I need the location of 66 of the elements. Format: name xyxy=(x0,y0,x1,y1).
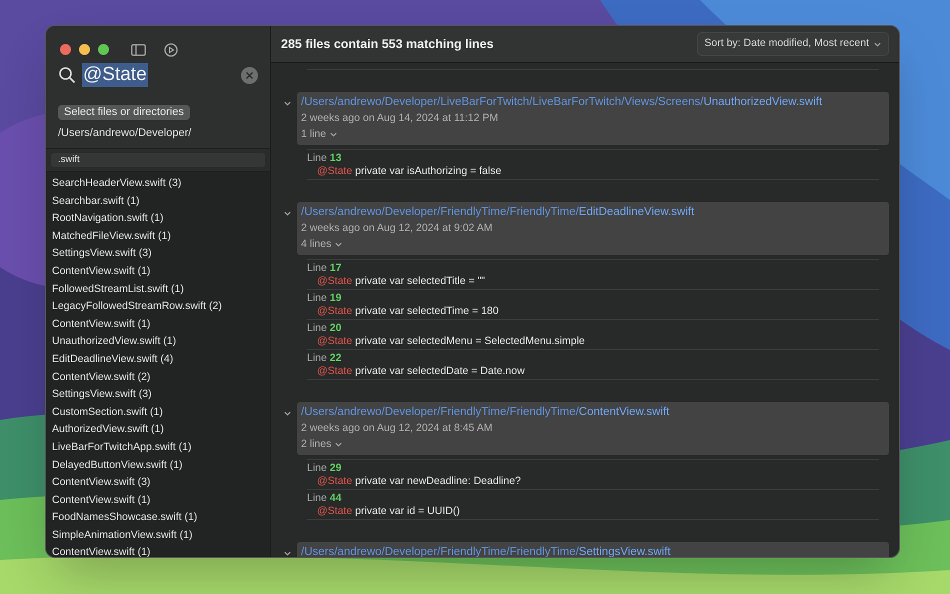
clear-search-icon[interactable] xyxy=(241,66,258,84)
code-line[interactable]: @State private var newDeadline: Deadline? xyxy=(307,474,879,488)
extension-filter-field[interactable]: .swift xyxy=(51,153,265,167)
sort-menu-button[interactable]: Sort by: Date modified, Most recent xyxy=(697,32,889,56)
chevron-icon[interactable] xyxy=(334,240,344,249)
line-number: Line 13 xyxy=(307,152,342,164)
file-path[interactable]: /Users/andrewo/Developer/FriendlyTime/FriendlyTime/ContentView.swift xyxy=(301,405,885,420)
line-count-toggle[interactable]: 2 lines xyxy=(301,437,344,452)
file-list-item[interactable]: ContentView.swift (1) xyxy=(46,262,270,281)
code-line[interactable]: @State private var isAuthorizing = false xyxy=(307,164,879,178)
minimize-window-button[interactable] xyxy=(79,44,90,55)
file-list-item[interactable]: DelayedButtonView.swift (1) xyxy=(46,456,270,474)
line-count-toggle[interactable]: 1 line xyxy=(301,127,338,142)
disclosure-icon[interactable] xyxy=(282,549,292,557)
file-list-item[interactable]: FollowedStreamList.swift (1) xyxy=(46,280,270,298)
line-count-toggle[interactable]: 4 lines xyxy=(301,237,344,252)
file-header[interactable]: /Users/andrewo/Developer/FriendlyTime/FriendlyTime/ContentView.swift 2 weeks ago on Aug 12, 2024 at 8:45 AM 2 lines xyxy=(297,402,889,455)
search-field[interactable]: @State xyxy=(82,63,148,87)
file-list-item[interactable]: SettingsView.swift (3) xyxy=(46,386,270,404)
disclosure-icon[interactable] xyxy=(282,409,292,418)
file-list-item[interactable]: ContentView.swift (3) xyxy=(46,474,270,492)
chevron-icon[interactable] xyxy=(329,130,338,139)
file-list-item[interactable]: CustomSection.swift (1) xyxy=(46,404,270,422)
file-list-item[interactable]: SimpleAnimationView.swift (1) xyxy=(46,526,270,544)
file-list-item[interactable]: Searchbar.swift (1) xyxy=(46,192,270,210)
file-list-item[interactable]: SettingsView.swift (3) xyxy=(46,245,270,263)
code-line[interactable]: @State private var selectedDate = Date.now xyxy=(307,364,879,378)
line-number: Line 17 xyxy=(307,262,342,274)
file-list-item[interactable]: SearchHeaderView.swift (3) xyxy=(46,175,270,193)
file-list-item[interactable]: FoodNamesShowcase.swift (1) xyxy=(46,509,270,527)
line-number: Line 19 xyxy=(307,292,342,304)
file-path[interactable]: /Users/andrewo/Developer/LiveBarForTwitch/LiveBarForTwitch/Views/Screens/UnauthorizedView.swift xyxy=(301,95,885,110)
file-list-item[interactable]: LiveBarForTwitchApp.swift (1) xyxy=(46,438,270,456)
code-line[interactable]: @State private var id = UUID() xyxy=(307,504,879,518)
code-line[interactable]: @State private var selectedTitle = "" xyxy=(307,274,879,288)
modified-date: 2 weeks ago on Aug 12, 2024 at 9:02 AM xyxy=(301,221,494,236)
select-files-button[interactable]: Select files or directories xyxy=(58,105,190,120)
code-line[interactable]: @State private var selectedMenu = SelectedMenu.simple xyxy=(307,334,879,348)
chevron-icon[interactable] xyxy=(334,440,344,449)
sidebar-toggle-icon[interactable] xyxy=(131,44,146,56)
file-list-item[interactable]: ContentView.swift (2) xyxy=(46,368,270,386)
line-number: Line 29 xyxy=(307,462,342,474)
code-line[interactable]: @State private var selectedTime = 180 xyxy=(307,304,879,318)
file-path[interactable]: /Users/andrewo/Developer/FriendlyTime/FriendlyTime/EditDeadlineView.swift xyxy=(301,205,885,220)
close-window-button[interactable] xyxy=(60,44,71,55)
file-header[interactable]: /Users/andrewo/Developer/LiveBarForTwitch/LiveBarForTwitch/Views/Screens/UnauthorizedView.swift 2 weeks ago on Aug 14, 2024 at 11:12 PM 1 line xyxy=(297,92,889,145)
search-icon xyxy=(58,66,76,84)
disclosure-icon[interactable] xyxy=(282,209,292,218)
file-list-item[interactable]: EditDeadlineView.swift (4) xyxy=(46,350,270,369)
modified-date: 2 weeks ago on Aug 14, 2024 at 11:12 PM xyxy=(301,111,500,126)
file-list-item[interactable]: UnauthorizedView.swift (1) xyxy=(46,333,270,351)
results-summary: 285 files contain 553 matching lines xyxy=(281,36,494,53)
file-list-item[interactable]: LegacyFollowedStreamRow.swift (2) xyxy=(46,298,270,316)
line-number: Line 22 xyxy=(307,352,342,364)
zoom-window-button[interactable] xyxy=(98,44,109,55)
file-list-item[interactable]: ContentView.swift (1) xyxy=(46,316,270,334)
disclosure-icon[interactable] xyxy=(282,99,292,108)
directory-path: /Users/andrewo/Developer/ xyxy=(58,126,192,140)
modified-date: 2 weeks ago on Aug 12, 2024 at 8:45 AM xyxy=(301,421,494,436)
file-header[interactable]: /Users/andrewo/Developer/FriendlyTime/FriendlyTime/EditDeadlineView.swift 2 weeks ago on Aug 12, 2024 at 9:02 AM 4 lines xyxy=(297,202,889,255)
file-list-item[interactable]: MatchedFileView.swift (1) xyxy=(46,228,270,246)
file-list-item[interactable]: AuthorizedView.swift (1) xyxy=(46,421,270,439)
file-list-item[interactable]: RootNavigation.swift (1) xyxy=(46,210,270,228)
file-list-item[interactable]: ContentView.swift (1) xyxy=(46,492,270,510)
line-number: Line 44 xyxy=(307,492,342,504)
line-number: Line 20 xyxy=(307,322,342,334)
